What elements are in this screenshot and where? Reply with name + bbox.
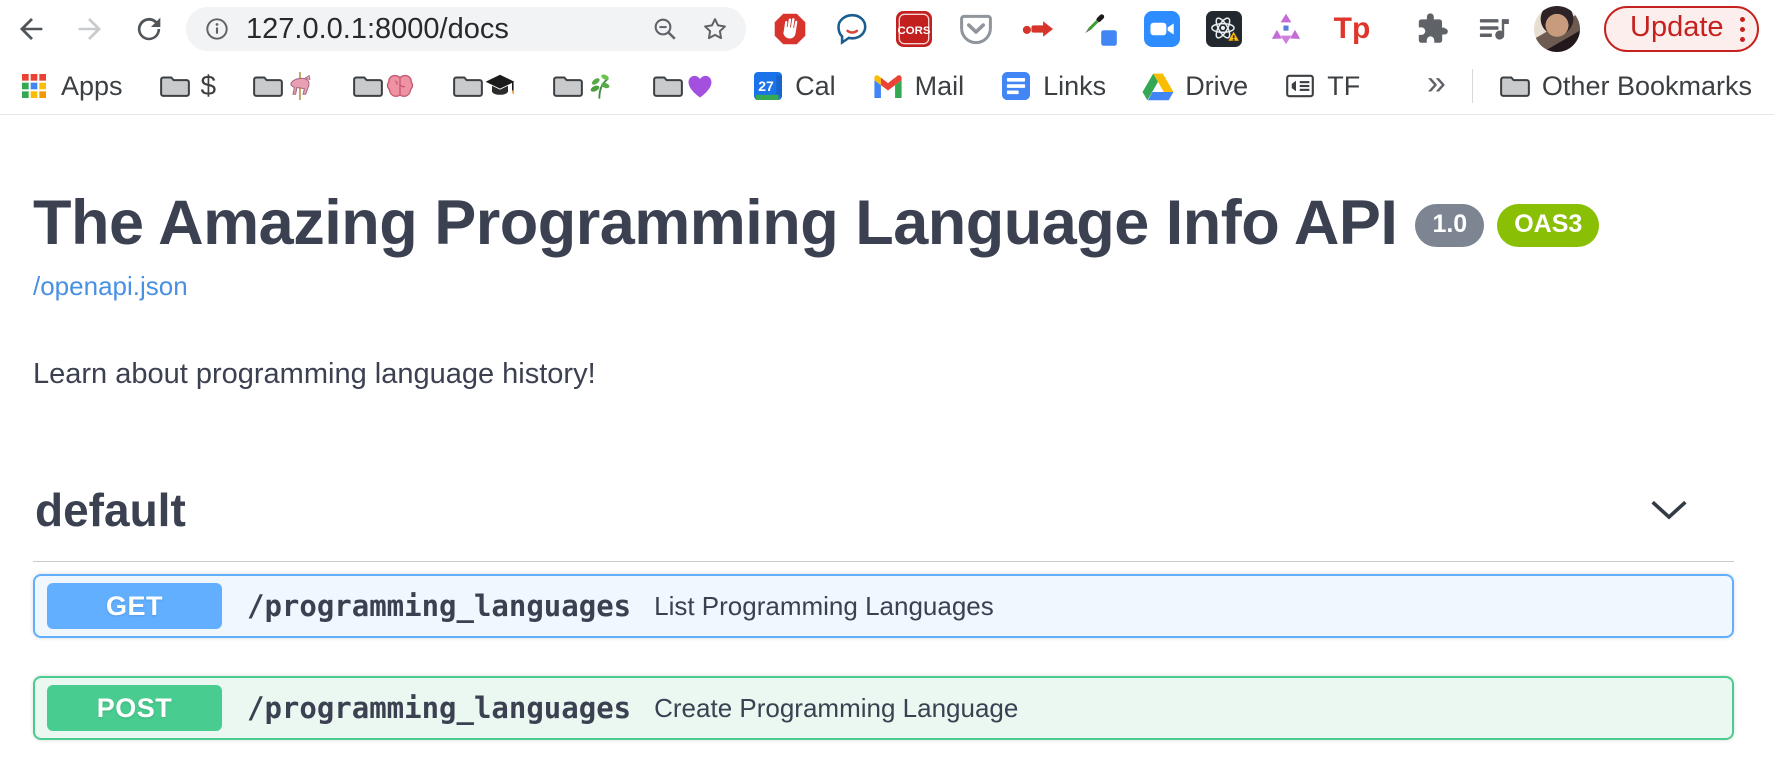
apps-grid-icon xyxy=(18,70,50,102)
kebab-menu-icon[interactable] xyxy=(1740,17,1745,42)
browser-toolbar: 127.0.0.1:8000/docs CORS xyxy=(0,0,1774,58)
api-description: Learn about programming language history… xyxy=(33,358,1734,391)
bookmark-links[interactable]: Links xyxy=(1000,70,1106,102)
bookmark-star-icon[interactable] xyxy=(701,15,729,43)
zoom-out-icon[interactable] xyxy=(651,15,679,43)
http-method-badge: POST xyxy=(47,685,222,731)
bookmarks-divider xyxy=(1472,69,1473,103)
zoom-video-icon[interactable] xyxy=(1144,11,1180,47)
google-calendar-icon: 27 xyxy=(752,70,784,102)
bookmark-folder-carousel[interactable] xyxy=(252,70,316,102)
bookmark-label: TF xyxy=(1327,71,1360,102)
bookmark-label: $ xyxy=(201,70,217,102)
version-badge: 1.0 xyxy=(1415,204,1484,247)
color-picker-icon[interactable] xyxy=(1082,11,1118,47)
endpoint-summary: List Programming Languages xyxy=(654,591,994,622)
page-title: The Amazing Programming Language Info AP… xyxy=(33,187,1397,259)
tag-section-default[interactable]: default xyxy=(33,483,1734,562)
bookmark-tf[interactable]: TF xyxy=(1284,70,1360,102)
endpoint-post-programming-languages[interactable]: POST /programming_languages Create Progr… xyxy=(33,676,1734,740)
forward-icon[interactable] xyxy=(73,12,107,46)
bookmark-drive[interactable]: Drive xyxy=(1142,70,1248,102)
herb-icon xyxy=(584,70,616,102)
svg-text:27: 27 xyxy=(758,78,774,94)
bookmark-label: Other Bookmarks xyxy=(1542,71,1752,102)
tp-extension-icon[interactable]: Tp xyxy=(1330,11,1374,47)
bookmark-calendar[interactable]: 27 Cal xyxy=(752,70,836,102)
bookmark-label: Mail xyxy=(915,71,965,102)
folder-icon xyxy=(1499,70,1531,102)
endpoint-summary: Create Programming Language xyxy=(654,693,1018,724)
bookmarks-bar: Apps $ xyxy=(0,58,1774,115)
page-info-icon[interactable] xyxy=(203,15,231,43)
extensions-strip: CORS Tp xyxy=(772,11,1512,47)
profile-avatar[interactable] xyxy=(1534,6,1580,52)
adblock-stop-hand-icon[interactable] xyxy=(772,11,808,47)
bookmark-label: Cal xyxy=(795,71,836,102)
openapi-json-link[interactable]: /openapi.json xyxy=(33,271,188,302)
purple-recycle-extension-icon[interactable] xyxy=(1268,11,1304,47)
bookmark-folder-brain[interactable] xyxy=(352,70,416,102)
brain-icon xyxy=(384,70,416,102)
bookmark-label: Apps xyxy=(61,71,123,102)
bookmark-gmail[interactable]: Mail xyxy=(872,70,965,102)
folder-icon xyxy=(452,70,484,102)
endpoint-get-programming-languages[interactable]: GET /programming_languages List Programm… xyxy=(33,574,1734,638)
purple-heart-icon xyxy=(684,70,716,102)
bookmark-label: Drive xyxy=(1185,71,1248,102)
cors-extension-icon[interactable]: CORS xyxy=(896,11,932,47)
svg-text:CORS: CORS xyxy=(898,25,931,37)
google-drive-icon xyxy=(1142,70,1174,102)
react-devtools-icon[interactable] xyxy=(1206,11,1242,47)
carousel-horse-icon xyxy=(284,70,316,102)
folder-icon xyxy=(159,70,191,102)
folder-icon xyxy=(652,70,684,102)
blue-list-icon xyxy=(1000,70,1032,102)
document-speaker-icon xyxy=(1284,70,1316,102)
endpoint-path: /programming_languages xyxy=(247,691,631,725)
swagger-page: The Amazing Programming Language Info AP… xyxy=(0,115,1774,740)
folder-icon xyxy=(552,70,584,102)
bookmark-folder-dollar[interactable]: $ xyxy=(159,70,217,102)
address-bar[interactable]: 127.0.0.1:8000/docs xyxy=(186,7,746,51)
red-key-extension-icon[interactable] xyxy=(1020,11,1056,47)
graduation-cap-icon xyxy=(484,70,516,102)
back-icon[interactable] xyxy=(14,12,48,46)
tag-name: default xyxy=(35,483,186,537)
music-queue-icon[interactable] xyxy=(1476,11,1512,47)
oas3-badge: OAS3 xyxy=(1497,204,1599,247)
other-bookmarks[interactable]: Other Bookmarks xyxy=(1499,70,1752,102)
http-method-badge: GET xyxy=(47,583,222,629)
gmail-icon xyxy=(872,70,904,102)
folder-icon xyxy=(352,70,384,102)
chevron-down-icon[interactable] xyxy=(1650,499,1688,521)
pocket-icon[interactable] xyxy=(958,11,994,47)
bookmark-label: Links xyxy=(1043,71,1106,102)
folder-icon xyxy=(252,70,284,102)
extensions-puzzle-icon[interactable] xyxy=(1414,11,1450,47)
bookmark-folder-heart[interactable] xyxy=(652,70,716,102)
bookmarks-overflow-chevron[interactable]: » xyxy=(1427,66,1446,106)
bookmark-folder-herb[interactable] xyxy=(552,70,616,102)
update-label: Update xyxy=(1630,13,1724,45)
bookmark-folder-graduation[interactable] xyxy=(452,70,516,102)
speech-bubble-extension-icon[interactable] xyxy=(834,11,870,47)
chrome-update-button[interactable]: Update xyxy=(1604,6,1759,52)
reload-icon[interactable] xyxy=(132,12,166,46)
bookmark-apps[interactable]: Apps xyxy=(18,70,123,102)
endpoint-path: /programming_languages xyxy=(247,589,631,623)
url-text[interactable]: 127.0.0.1:8000/docs xyxy=(246,13,651,46)
